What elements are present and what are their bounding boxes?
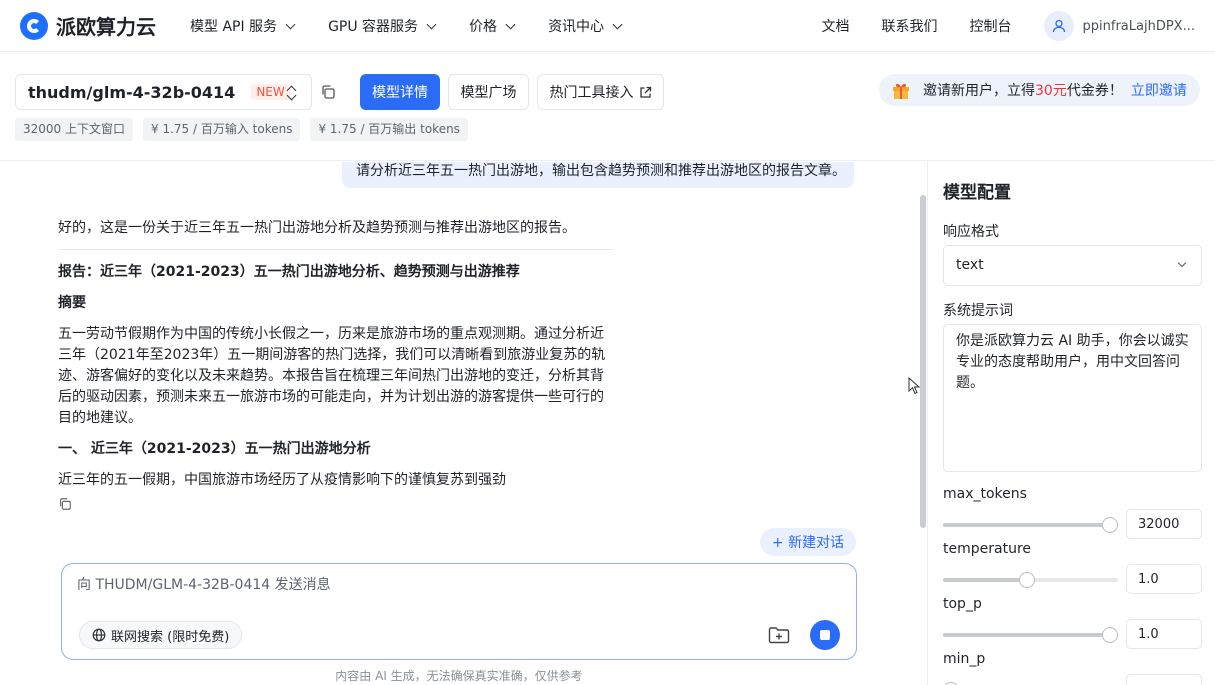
nav-menu: 模型 API 服务 GPU 容器服务 价格 资讯中心 — [190, 0, 655, 52]
max-tokens-slider-row — [943, 509, 1202, 539]
avatar — [1043, 11, 1074, 41]
user-name: ppinfraLajhDPX... — [1082, 18, 1195, 34]
chevron-down-icon — [426, 19, 437, 29]
slider-thumb[interactable] — [1102, 517, 1118, 533]
top-p-slider-row — [943, 619, 1202, 649]
config-title: 模型配置 — [943, 183, 1011, 203]
mouse-cursor-icon — [908, 377, 920, 395]
input-price-chip: ¥ 1.75 / 百万输入 tokens — [143, 118, 301, 141]
section-heading: 一、 近三年（2021-2023）五一热门出游地分析 — [58, 441, 371, 457]
slider-track[interactable] — [943, 627, 1118, 643]
system-prompt-label: 系统提示词 — [943, 303, 1013, 319]
model-toolbar: thudm/glm-4-32b-0414 NEW 模型详情 模型广场 热门工具接… — [0, 53, 1215, 161]
invite-banner: 邀请新用户，立得 30元 代金券！ 立即邀请 — [879, 74, 1200, 106]
response-format-value: text — [956, 257, 984, 273]
nav-item-gpu[interactable]: GPU 容器服务 — [328, 16, 437, 36]
copy-icon[interactable] — [320, 84, 336, 100]
slider-fill — [943, 523, 1110, 527]
invite-amount: 30元 — [1035, 83, 1067, 99]
external-link-icon — [639, 86, 651, 98]
system-prompt-input[interactable]: 你是派欧算力云 AI 助手，你会以诚实专业的态度帮助用户，用中文回答问题。 — [943, 324, 1202, 472]
nav-item-label: 模型 API 服务 — [190, 19, 278, 35]
ai-disclaimer: 内容由 AI 生成，无法确保真实准确，仅供参考 — [335, 669, 583, 683]
section-text: 近三年的五一假期，中国旅游市场经历了从疫情影响下的谨慎复苏到强劲 — [58, 472, 506, 488]
nav-item-label: GPU 容器服务 — [328, 19, 419, 35]
web-search-toggle[interactable]: 联网搜索 (限时免费) — [79, 621, 243, 649]
brand-name: 派欧算力云 — [56, 15, 156, 39]
chevron-down-icon — [285, 19, 296, 29]
chevron-down-icon — [505, 19, 516, 29]
model-selector[interactable]: thudm/glm-4-32b-0414 NEW — [15, 74, 312, 110]
stop-icon — [820, 630, 830, 640]
report-title: 报告：近三年（2021-2023）五一热门出游地分析、趋势预测与出游推荐 — [58, 264, 520, 280]
param-label-temperature: temperature — [943, 541, 1031, 557]
param-label-min-p: min_p — [943, 651, 986, 667]
chat-area: 请分析近三年五一热门出游地，输出包含趋势预测和推荐出游地区的报告文章。 好的，这… — [0, 162, 927, 685]
param-label-top-p: top_p — [943, 596, 982, 612]
gift-icon — [893, 83, 909, 99]
tools-integration-label: 热门工具接入 — [549, 85, 634, 101]
chevron-updown-icon — [287, 84, 297, 102]
response-format-select[interactable]: text — [943, 245, 1202, 286]
nav-item-label: 价格 — [469, 19, 498, 35]
slider-track[interactable] — [943, 517, 1118, 533]
model-info-chips: 32000 上下文窗口 ¥ 1.75 / 百万输入 tokens ¥ 1.75 … — [15, 118, 478, 141]
temperature-slider-row — [943, 564, 1202, 594]
chevron-down-icon — [1177, 258, 1187, 268]
upload-folder-icon[interactable] — [768, 625, 790, 645]
context-window-chip: 32000 上下文窗口 — [15, 118, 133, 141]
message-input[interactable] — [77, 574, 837, 614]
response-format-label: 响应格式 — [943, 224, 999, 240]
nav-item-pricing[interactable]: 价格 — [469, 16, 516, 36]
min-p-input[interactable] — [1126, 674, 1202, 685]
slider-track[interactable] — [943, 572, 1118, 588]
top-navigation: 派欧算力云 模型 API 服务 GPU 容器服务 价格 资讯中心 文档 联系我们… — [0, 0, 1215, 52]
chat-scrollbar[interactable] — [920, 195, 926, 528]
invite-suffix: 代金券！ — [1066, 83, 1123, 99]
divider — [58, 249, 614, 250]
nav-item-news[interactable]: 资讯中心 — [548, 16, 623, 36]
slider-fill — [943, 633, 1110, 637]
model-detail-button[interactable]: 模型详情 — [360, 74, 440, 110]
param-label-max-tokens: max_tokens — [943, 486, 1027, 502]
nav-link-console[interactable]: 控制台 — [970, 16, 1012, 36]
invite-text: 邀请新用户，立得 — [923, 83, 1035, 99]
temperature-input[interactable] — [1126, 564, 1202, 594]
max-tokens-input[interactable] — [1126, 509, 1202, 539]
top-p-input[interactable] — [1126, 619, 1202, 649]
globe-icon — [92, 628, 106, 642]
web-search-label: 联网搜索 (限时免费) — [111, 629, 230, 645]
message-composer: 联网搜索 (限时免费) — [61, 563, 857, 660]
brand-logo[interactable]: 派欧算力云 — [20, 11, 156, 40]
invite-link[interactable]: 立即邀请 — [1131, 80, 1187, 100]
min-p-slider-row — [943, 674, 1202, 685]
nav-item-label: 资讯中心 — [548, 19, 605, 35]
chevron-down-icon — [612, 19, 623, 29]
stop-generation-button[interactable] — [810, 620, 840, 650]
answer-intro: 好的，这是一份关于近三年五一热门出游地分析及趋势预测与推荐出游地区的报告。 — [58, 220, 576, 236]
output-price-chip: ¥ 1.75 / 百万输出 tokens — [310, 118, 468, 141]
nav-right: 文档 联系我们 控制台 ppinfraLajhDPX... — [822, 0, 1195, 52]
slider-fill — [943, 578, 1027, 582]
model-plaza-button[interactable]: 模型广场 — [448, 74, 529, 110]
user-icon — [1052, 19, 1065, 33]
user-menu[interactable]: ppinfraLajhDPX... — [1043, 11, 1195, 41]
nav-link-contact[interactable]: 联系我们 — [882, 16, 938, 36]
tools-integration-button[interactable]: 热门工具接入 — [537, 74, 664, 110]
logo-mark-icon — [20, 11, 48, 40]
slider-thumb[interactable] — [1019, 572, 1035, 588]
abstract-heading: 摘要 — [58, 295, 86, 311]
abstract-text: 五一劳动节假期作为中国的传统小长假之一，历来是旅游市场的重点观测期。通过分析近三… — [58, 326, 606, 426]
new-chat-button[interactable]: + 新建对话 — [760, 528, 856, 556]
assistant-message: 好的，这是一份关于近三年五一热门出游地分析及趋势预测与推荐出游地区的报告。 报告… — [58, 218, 616, 518]
nav-item-model-api[interactable]: 模型 API 服务 — [190, 16, 296, 36]
slider-thumb[interactable] — [1102, 627, 1118, 643]
nav-link-docs[interactable]: 文档 — [822, 16, 850, 36]
model-name: thudm/glm-4-32b-0414 — [28, 82, 236, 102]
new-badge: NEW — [251, 84, 290, 100]
user-message: 请分析近三年五一热门出游地，输出包含趋势预测和推荐出游地区的报告文章。 — [342, 162, 854, 188]
model-config-panel: 模型配置 响应格式 text 系统提示词 你是派欧算力云 AI 助手，你会以诚实… — [928, 162, 1215, 685]
copy-icon[interactable] — [58, 497, 72, 511]
